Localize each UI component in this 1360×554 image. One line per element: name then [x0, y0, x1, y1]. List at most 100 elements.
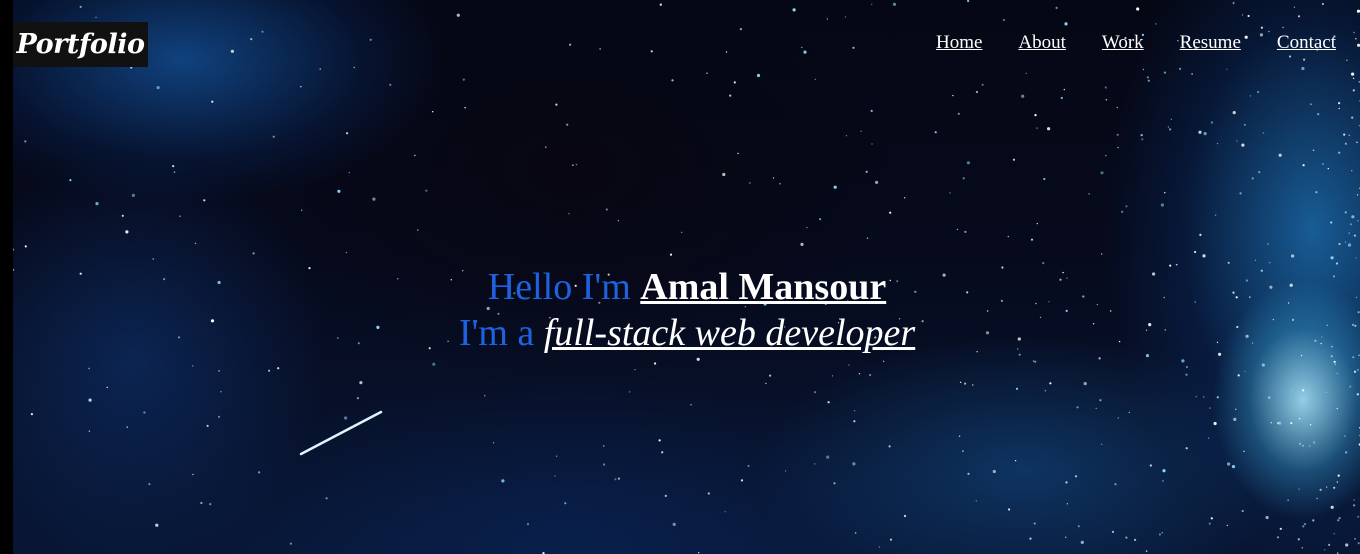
star [1301, 66, 1305, 71]
star [740, 479, 744, 482]
star [1291, 254, 1295, 258]
star [803, 50, 807, 54]
star [1352, 356, 1355, 359]
star [1114, 483, 1117, 486]
star [1297, 15, 1301, 18]
star [462, 78, 465, 81]
star [972, 384, 974, 386]
star [1343, 133, 1346, 136]
star [1088, 193, 1090, 195]
star [218, 370, 220, 372]
star [372, 197, 376, 201]
star [1216, 396, 1219, 399]
star [992, 469, 996, 474]
star [1241, 509, 1244, 513]
star [1226, 68, 1228, 71]
star [949, 192, 951, 194]
star [1065, 481, 1068, 484]
star [681, 231, 683, 234]
star [707, 492, 710, 495]
star [1185, 365, 1188, 369]
star [1315, 191, 1318, 194]
star [1208, 522, 1211, 525]
star [659, 3, 662, 6]
star [1033, 522, 1036, 525]
nav-link-resume[interactable]: Resume [1180, 31, 1241, 55]
star [1232, 111, 1236, 115]
star [848, 364, 850, 366]
star [337, 189, 341, 193]
star [1261, 363, 1265, 367]
star [672, 522, 676, 527]
star [1029, 537, 1032, 540]
star [348, 171, 350, 174]
star [1100, 171, 1104, 175]
star [779, 183, 781, 185]
star [1291, 390, 1293, 392]
star [346, 132, 349, 135]
star [1147, 79, 1150, 82]
star [1336, 481, 1339, 483]
star [957, 112, 960, 115]
star [1036, 127, 1038, 129]
star [1146, 76, 1149, 79]
star [484, 395, 486, 397]
star [1060, 96, 1063, 100]
star [1321, 162, 1325, 166]
star [870, 109, 873, 112]
star [1349, 223, 1353, 226]
logo[interactable]: Portfolio [13, 22, 148, 67]
star [1179, 67, 1182, 70]
star [230, 49, 234, 53]
star [1336, 407, 1338, 410]
star [814, 463, 816, 465]
star [1293, 6, 1296, 8]
star [203, 199, 206, 202]
star [855, 532, 857, 534]
star [1312, 149, 1315, 151]
star [1353, 31, 1355, 34]
star [432, 111, 434, 113]
nav-link-work[interactable]: Work [1102, 31, 1144, 55]
star [878, 546, 881, 548]
star [13, 248, 15, 251]
star [432, 362, 436, 366]
star [564, 502, 567, 505]
star [69, 179, 72, 182]
star [1312, 519, 1315, 522]
star [173, 171, 176, 173]
star [353, 66, 355, 69]
star [1336, 372, 1339, 375]
star [1142, 68, 1145, 71]
star [1352, 89, 1355, 92]
star [1203, 132, 1207, 136]
star [614, 478, 617, 481]
star [819, 218, 822, 221]
nav-link-about[interactable]: About [1018, 31, 1066, 55]
star [95, 202, 99, 206]
star [1298, 488, 1300, 490]
star [889, 538, 893, 541]
star [369, 38, 372, 41]
star [1162, 469, 1166, 473]
star [858, 373, 861, 375]
star [1309, 424, 1312, 426]
star [1025, 72, 1027, 75]
star [1297, 538, 1300, 541]
star [1083, 382, 1087, 386]
star [1351, 215, 1355, 219]
nav-link-contact[interactable]: Contact [1277, 31, 1336, 55]
star [1355, 257, 1357, 259]
star [1121, 210, 1124, 213]
star [1034, 360, 1037, 363]
star [356, 397, 359, 400]
star [1354, 538, 1356, 540]
star [1207, 437, 1210, 439]
star [962, 450, 964, 452]
star [634, 369, 636, 371]
nav-link-home[interactable]: Home [936, 31, 982, 55]
star [155, 523, 159, 527]
star [1254, 259, 1257, 261]
star [1241, 143, 1245, 147]
star [871, 143, 873, 145]
